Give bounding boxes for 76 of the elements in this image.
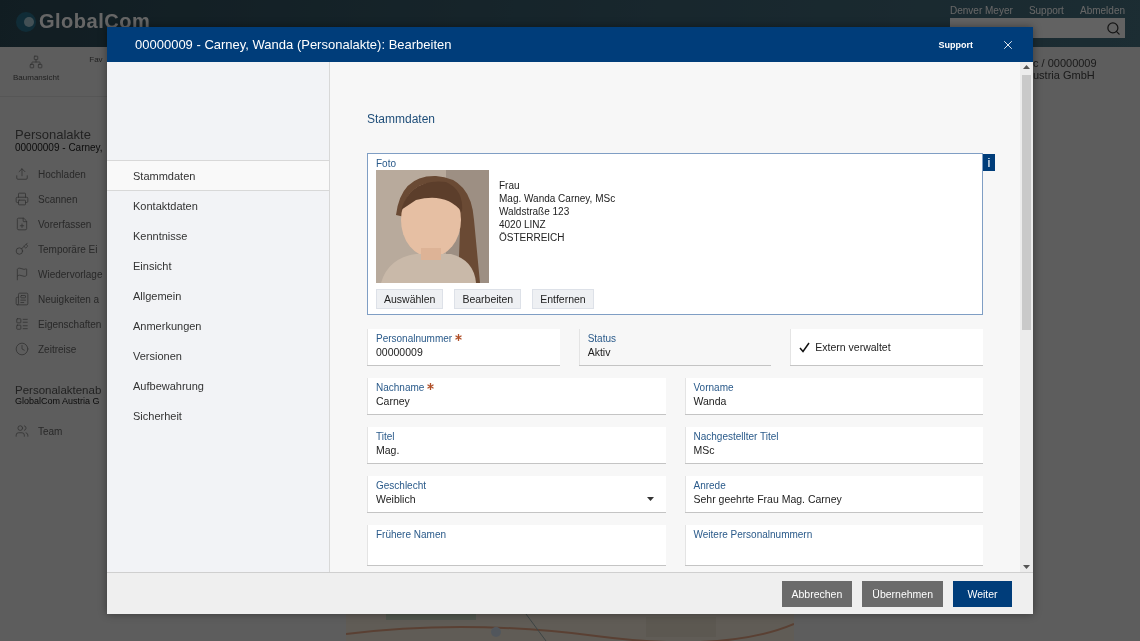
- field-value: Wanda: [693, 395, 727, 407]
- photo-button[interactable]: Auswählen: [376, 289, 444, 309]
- section-subtitle: GlobalCom Austria G: [15, 396, 101, 406]
- sidebar-item[interactable]: Anmerkungen: [107, 311, 329, 341]
- tree-icon: [29, 55, 44, 69]
- field-label: Nachname: [376, 382, 425, 393]
- field-label: Personalnummer: [376, 333, 453, 344]
- section-heading: Stammdaten: [367, 112, 437, 126]
- field-label: Foto: [376, 158, 396, 169]
- logo-text: GlobalCom: [39, 10, 151, 33]
- dropdown-field[interactable]: Geschlecht Weiblich: [367, 476, 666, 512]
- input-field[interactable]: Weitere Personalnummern: [684, 525, 983, 565]
- input-field[interactable]: Frühere Namen: [367, 525, 666, 565]
- field-label: Vorname: [693, 382, 734, 393]
- address-line: ÖSTERREICH: [499, 231, 566, 244]
- upload-icon: [15, 167, 29, 181]
- search-icon: [1106, 20, 1121, 36]
- field-label: Frühere Namen: [376, 529, 447, 540]
- field-label: Titel: [376, 431, 395, 442]
- section-subtitle: 00000009 - Carney,: [15, 142, 104, 153]
- footer-button[interactable]: Abbrechen: [781, 580, 853, 607]
- input-field[interactable]: Vorname Wanda: [684, 378, 983, 414]
- checkbox-field[interactable]: Extern verwaltet: [790, 329, 983, 365]
- field-value: 00000009: [376, 346, 423, 358]
- section-title: Personalaktenab: [15, 384, 103, 396]
- input-field[interactable]: Nachgestellter Titel MSc: [684, 427, 983, 463]
- photo-button[interactable]: Entfernen: [532, 289, 594, 309]
- field-label: Status: [587, 333, 616, 344]
- key-icon: [15, 242, 29, 256]
- sidebar-item[interactable]: Einsicht: [107, 251, 329, 281]
- address-line: Frau: [499, 179, 521, 192]
- photo-button[interactable]: Bearbeiten: [454, 289, 522, 309]
- flag-icon: [15, 267, 29, 281]
- input-field[interactable]: Personalnummer 00000009: [367, 329, 560, 365]
- scroll-down-icon: [1023, 565, 1030, 569]
- address-line: Waldstraße 123: [499, 205, 571, 218]
- field-value: Mag.: [376, 444, 400, 456]
- newspaper-icon: [15, 292, 29, 306]
- file-plus-icon: [15, 217, 29, 231]
- address-line: Mag. Wanda Carney, MSc: [499, 192, 616, 205]
- scrollbar[interactable]: [1020, 62, 1033, 572]
- caret-icon: [646, 497, 654, 501]
- footer-button[interactable]: Übernehmen: [862, 580, 943, 607]
- scrollbar-thumb[interactable]: [1022, 75, 1031, 330]
- field-value: Carney: [376, 395, 410, 407]
- sidebar-item[interactable]: Kenntnisse: [107, 221, 329, 251]
- users-icon: [15, 424, 29, 438]
- field-value: Sehr geehrte Frau Mag. Carney: [693, 493, 842, 505]
- input-field[interactable]: Titel Mag.: [367, 427, 666, 463]
- sidebar-item[interactable]: Stammdaten: [107, 161, 329, 191]
- field-label: Nachgestellter Titel: [693, 431, 779, 442]
- input-field[interactable]: Nachname Carney: [367, 378, 666, 414]
- field-value: Weiblich: [376, 493, 416, 505]
- field-label: Geschlecht: [376, 480, 427, 491]
- logo-icon: [15, 10, 37, 33]
- input-field[interactable]: Anrede Sehr geehrte Frau Mag. Carney: [684, 476, 983, 512]
- field-value: MSc: [693, 444, 715, 456]
- field-label: Weitere Personalnummern: [693, 529, 813, 540]
- scroll-up-icon: [1023, 65, 1030, 69]
- support-link[interactable]: Support: [938, 39, 973, 50]
- sidebar-item[interactable]: Versionen: [107, 341, 329, 371]
- clock-icon: [15, 342, 29, 356]
- sidebar-item[interactable]: Sicherheit: [107, 401, 329, 431]
- field-label: Anrede: [693, 480, 726, 491]
- sidebar-item[interactable]: Kontaktdaten: [107, 191, 329, 221]
- section-title: Personalakte: [15, 127, 92, 142]
- address-line: 4020 LINZ: [499, 218, 547, 231]
- primary-button[interactable]: Weiter: [953, 580, 1012, 607]
- dialog-title: 00000009 - Carney, Wanda (Personalakte): Bearbeiten: [135, 37, 453, 52]
- sidebar-item[interactable]: Aufbewahrung: [107, 371, 329, 401]
- field-value: Aktiv: [587, 346, 611, 358]
- breadcrumb-text: ustria GmbH: [1033, 69, 1096, 81]
- printer-icon: [15, 192, 29, 206]
- info-badge[interactable]: i: [983, 154, 995, 171]
- sidebar-item[interactable]: Allgemein: [107, 281, 329, 311]
- list-icon: [15, 317, 29, 331]
